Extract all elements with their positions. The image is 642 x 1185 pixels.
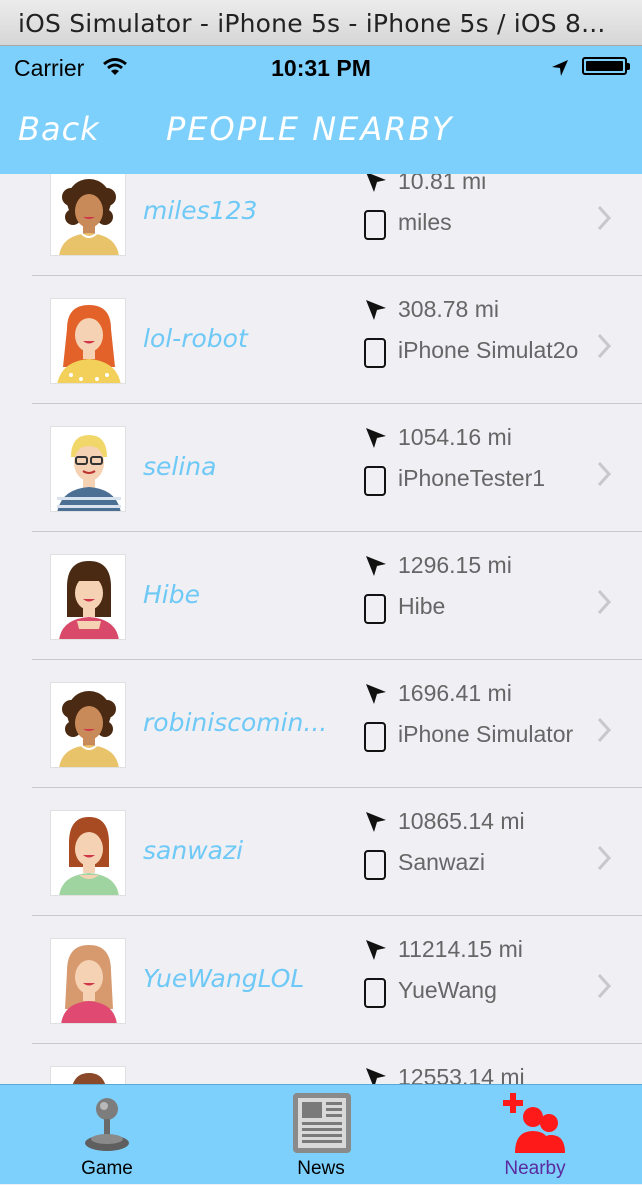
device-name: iPhoneTester1	[398, 465, 546, 491]
tab-label: News	[297, 1158, 345, 1179]
chevron-right-icon	[597, 461, 612, 487]
chevron-right-icon	[597, 717, 612, 743]
username: Hibe	[143, 580, 200, 609]
people-add-icon	[503, 1093, 565, 1153]
username: YueWangLOL	[143, 964, 305, 993]
distance-arrow-icon	[366, 428, 386, 448]
tab-bar: Game News Nearby	[0, 1084, 642, 1184]
device-name: Hibe	[398, 593, 446, 619]
device-name: miles	[398, 209, 452, 235]
distance: 10865.14 mi	[398, 808, 525, 834]
joystick-icon	[85, 1098, 129, 1151]
avatar	[50, 174, 126, 256]
username: sanwazi	[143, 836, 244, 865]
chevron-right-icon	[597, 589, 612, 615]
device-icon	[364, 338, 386, 368]
simulator-title-bar: iOS Simulator - iPhone 5s - iPhone 5s / …	[0, 0, 642, 46]
person-row[interactable]: miles123 10.81 mi miles	[0, 174, 642, 276]
distance: 308.78 mi	[398, 296, 500, 322]
person-row[interactable]: YueWangLOL 11214.15 mi YueWang	[0, 916, 642, 1044]
username: selina	[143, 452, 217, 481]
status-time: 10:31 PM	[271, 55, 371, 81]
username: lol-robot	[143, 324, 248, 353]
device-icon	[364, 594, 386, 624]
device-icon	[364, 978, 386, 1008]
avatar	[50, 426, 126, 512]
distance: 10.81 mi	[398, 174, 487, 194]
username: miles123	[143, 196, 258, 225]
person-row[interactable]: robiniscomin... 1696.41 mi iPhone Simula…	[0, 660, 642, 788]
person-row[interactable]: lol-robot 308.78 mi iPhone Simulat2o	[0, 276, 642, 404]
device-name: Sanwazi	[398, 849, 485, 875]
avatar	[50, 1066, 126, 1084]
device-icon	[364, 210, 386, 240]
distance: 1054.16 mi	[398, 424, 512, 450]
distance: 1696.41 mi	[398, 680, 512, 706]
chevron-right-icon	[597, 973, 612, 999]
device-icon	[364, 850, 386, 880]
device-name: iPhone Simulat2o	[398, 337, 579, 363]
distance-arrow-icon	[366, 174, 386, 192]
distance-arrow-icon	[366, 812, 386, 832]
avatar	[50, 938, 126, 1024]
tab-game[interactable]: Game	[0, 1085, 214, 1185]
chevron-right-icon	[597, 205, 612, 231]
avatar	[50, 682, 126, 768]
person-row[interactable]: sanwazi 10865.14 mi Sanwazi	[0, 788, 642, 916]
distance-arrow-icon	[366, 300, 386, 320]
battery-icon	[582, 57, 630, 75]
tab-news[interactable]: News	[214, 1085, 428, 1185]
distance-arrow-icon	[366, 556, 386, 576]
tab-nearby[interactable]: Nearby	[428, 1085, 642, 1185]
device-name: iPhone Simulator	[398, 721, 574, 747]
avatar	[50, 298, 126, 384]
person-row[interactable]: selina 1054.16 mi iPhoneTester1	[0, 404, 642, 532]
app-header: Carrier 10:31 PM Back PEOPLE NEARBY	[0, 46, 642, 174]
username: robiniscomin...	[143, 708, 328, 737]
device-icon	[364, 722, 386, 752]
people-list[interactable]: miles123 10.81 mi miles lol-robot 308.78…	[0, 174, 642, 1084]
window-title: iOS Simulator - iPhone 5s - iPhone 5s / …	[18, 9, 606, 38]
tab-label: Nearby	[504, 1158, 566, 1179]
device-name: YueWang	[398, 977, 497, 1003]
chevron-right-icon	[597, 333, 612, 359]
distance: 11214.15 mi	[398, 936, 523, 962]
back-button[interactable]: Back	[18, 110, 100, 148]
tab-label: Game	[81, 1158, 133, 1179]
chevron-right-icon	[597, 845, 612, 871]
avatar	[50, 554, 126, 640]
avatar	[50, 810, 126, 896]
distance-arrow-icon	[366, 684, 386, 704]
newspaper-icon	[293, 1093, 351, 1153]
distance: 12553.14 mi	[398, 1064, 525, 1084]
distance-arrow-icon	[366, 1068, 386, 1084]
person-row[interactable]: Hibe 1296.15 mi Hibe	[0, 532, 642, 660]
distance-arrow-icon	[366, 940, 386, 960]
device-icon	[364, 466, 386, 496]
page-title: PEOPLE NEARBY	[166, 110, 454, 148]
person-row[interactable]: 12553.14 mi	[0, 1044, 642, 1084]
distance: 1296.15 mi	[398, 552, 512, 578]
location-arrow-icon	[552, 60, 568, 76]
